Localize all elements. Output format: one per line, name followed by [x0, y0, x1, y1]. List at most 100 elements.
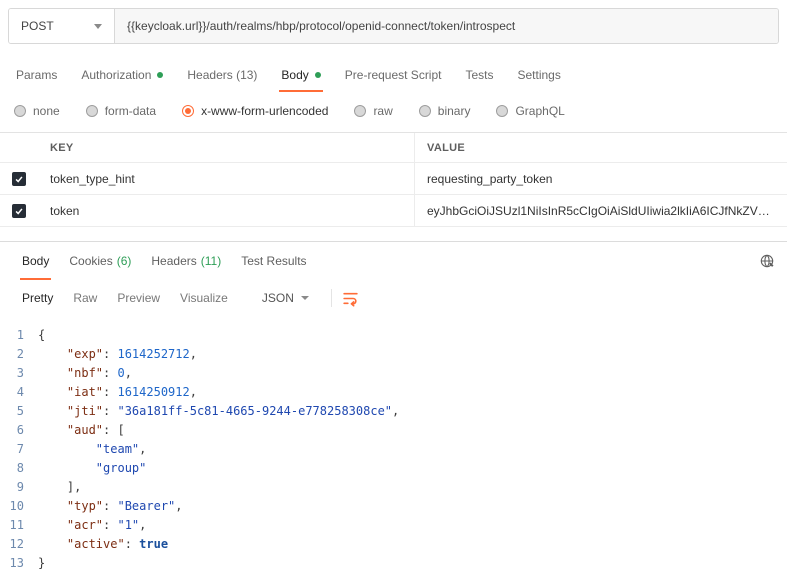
tab-settings[interactable]: Settings: [506, 58, 573, 92]
table-row: token eyJhbGciOiJSUzl1NiIsInR5cCIgOiAiSld…: [0, 195, 787, 227]
body-mode-binary[interactable]: binary: [418, 104, 471, 118]
row-checkbox[interactable]: [12, 171, 26, 186]
mode-label: raw: [373, 104, 393, 118]
line-number: 13: [9, 556, 24, 570]
response-body-editor[interactable]: 1{2 "exp": 1614252712, 3 "nbf": 0, 4 "iat"…: [0, 318, 787, 573]
mode-label: form-data: [104, 104, 157, 118]
request-tabs: Params Authorization Headers (13) Body Pre-r…: [0, 54, 787, 92]
url-input[interactable]: {{keycloak.url}}/auth/realms/hbp/protoco…: [115, 9, 778, 43]
request-url-row: POST {{keycloak.url}}/auth/realms/hbp/pr…: [0, 0, 787, 54]
chevron-down-icon: [94, 23, 102, 29]
response-tab-headers[interactable]: Headers (11): [141, 242, 231, 280]
response-tab-list: Body Cookies (6) Headers (11) Test Results: [12, 242, 317, 280]
body-mode-raw[interactable]: raw: [354, 104, 393, 118]
line-number: 4: [16, 385, 24, 399]
code-text: "team",: [95, 442, 147, 456]
code-text: "active": true: [66, 537, 169, 551]
code-text: "typ": "Bearer",: [66, 499, 183, 513]
response-view-tabs: Pretty Raw Preview Visualize: [12, 285, 238, 311]
mode-label: none: [33, 104, 60, 118]
code-text: "iat": 1614250912,: [66, 385, 197, 399]
globe-icon[interactable]: [759, 253, 775, 269]
table-header-row: KEY VALUE: [0, 133, 787, 163]
row-value[interactable]: eyJhbGciOiJSUzl1NiIsInR5cCIgOiAiSldUIiwi…: [415, 195, 787, 226]
method-select[interactable]: POST: [9, 9, 115, 43]
code-line: 5 "jti": "36a181ff-5c81-4665-9244-e77825…: [0, 402, 787, 421]
format-select[interactable]: JSON: [254, 285, 317, 311]
body-mode-options: none form-data x-www-form-urlencoded raw bin…: [0, 92, 787, 132]
code-line: 12 "active": true: [0, 535, 787, 554]
url-text: {{keycloak.url}}/auth/realms/hbp/protoco…: [127, 19, 516, 33]
row-key[interactable]: token_type_hint: [38, 163, 415, 194]
mode-label: GraphQL: [515, 104, 565, 118]
response-tabs-row: Body Cookies (6) Headers (11) Test Results: [0, 242, 787, 280]
tab-authorization[interactable]: Authorization: [69, 58, 175, 92]
code-line: 11 "acr": "1",: [0, 516, 787, 535]
tab-headers-13[interactable]: Headers (13): [175, 58, 269, 92]
url-bar: POST {{keycloak.url}}/auth/realms/hbp/pr…: [8, 8, 779, 44]
radio-icon: [182, 105, 195, 117]
tab-params[interactable]: Params: [4, 58, 69, 92]
tab-label: Test Results: [241, 254, 307, 268]
view-tab-raw[interactable]: Raw: [63, 285, 107, 311]
row-value[interactable]: requesting_party_token: [415, 163, 787, 194]
line-number: 1: [16, 328, 24, 342]
check-icon: [15, 175, 23, 183]
view-tab-pretty[interactable]: Pretty: [12, 285, 63, 311]
radio-icon: [496, 105, 509, 117]
response-view-row: Pretty Raw Preview Visualize JSON: [0, 280, 787, 318]
status-dot-icon: [157, 72, 164, 78]
table-row: token_type_hint requesting_party_token: [0, 163, 787, 195]
tab-tests[interactable]: Tests: [453, 58, 505, 92]
tab-label: Headers: [151, 254, 197, 268]
mode-label: binary: [437, 104, 471, 118]
code-text: ],: [66, 480, 82, 494]
code-line: 10 "typ": "Bearer",: [0, 497, 787, 516]
code-text: "jti": "36a181ff-5c81-4665-9244-e7782583…: [66, 404, 400, 418]
urlencoded-table: KEY VALUE token_type_hint requesting_part…: [0, 132, 787, 227]
key-column-header: KEY: [38, 133, 415, 162]
radio-icon: [14, 105, 26, 117]
method-label: POST: [21, 19, 54, 33]
body-mode-form-data[interactable]: form-data: [85, 104, 157, 118]
line-number: 7: [16, 442, 24, 456]
row-key[interactable]: token: [38, 195, 415, 226]
value-column-header: VALUE: [427, 142, 465, 154]
code-line: 6 "aud": [: [0, 421, 787, 440]
view-tab-visualize[interactable]: Visualize: [170, 285, 238, 311]
radio-icon: [85, 105, 98, 117]
line-number: 3: [16, 366, 24, 380]
code-line: 1{: [0, 326, 787, 345]
divider: [330, 289, 332, 307]
response-tab-cookies[interactable]: Cookies (6): [59, 242, 141, 280]
body-mode-x-www-form-urlencoded[interactable]: x-www-form-urlencoded: [182, 104, 328, 118]
response-tab-test-results[interactable]: Test Results: [231, 242, 316, 280]
code-line: 13}: [0, 554, 787, 573]
check-icon: [15, 207, 23, 215]
view-tab-preview[interactable]: Preview: [107, 285, 170, 311]
tab-label: Tests: [465, 68, 494, 82]
tab-label: Body: [281, 68, 309, 82]
checkbox-cell: [0, 195, 38, 226]
row-checkbox[interactable]: [12, 203, 26, 218]
postman-app: POST {{keycloak.url}}/auth/realms/hbp/pr…: [0, 0, 787, 573]
body-mode-none[interactable]: none: [14, 104, 60, 118]
line-number: 12: [9, 537, 24, 551]
status-dot-icon: [314, 72, 321, 78]
table-body: token_type_hint requesting_party_token tok…: [0, 163, 787, 227]
checkbox-column-header: [0, 133, 38, 162]
tab-pre-request-script[interactable]: Pre-request Script: [333, 58, 454, 92]
tab-label: Pre-request Script: [344, 68, 442, 82]
tab-label: Settings: [517, 68, 561, 82]
code-text: "group": [95, 461, 147, 475]
body-mode-graphql[interactable]: GraphQL: [496, 104, 565, 118]
wrap-text-icon[interactable]: [342, 290, 359, 307]
code-text: "nbf": 0,: [66, 366, 132, 380]
code-text: "acr": "1",: [66, 518, 147, 532]
line-number: 5: [16, 404, 24, 418]
chevron-down-icon: [300, 296, 309, 300]
tab-count: (11): [200, 254, 222, 268]
code-line: 8 "group": [0, 459, 787, 478]
response-tab-body[interactable]: Body: [12, 242, 59, 280]
tab-body[interactable]: Body: [269, 58, 332, 92]
